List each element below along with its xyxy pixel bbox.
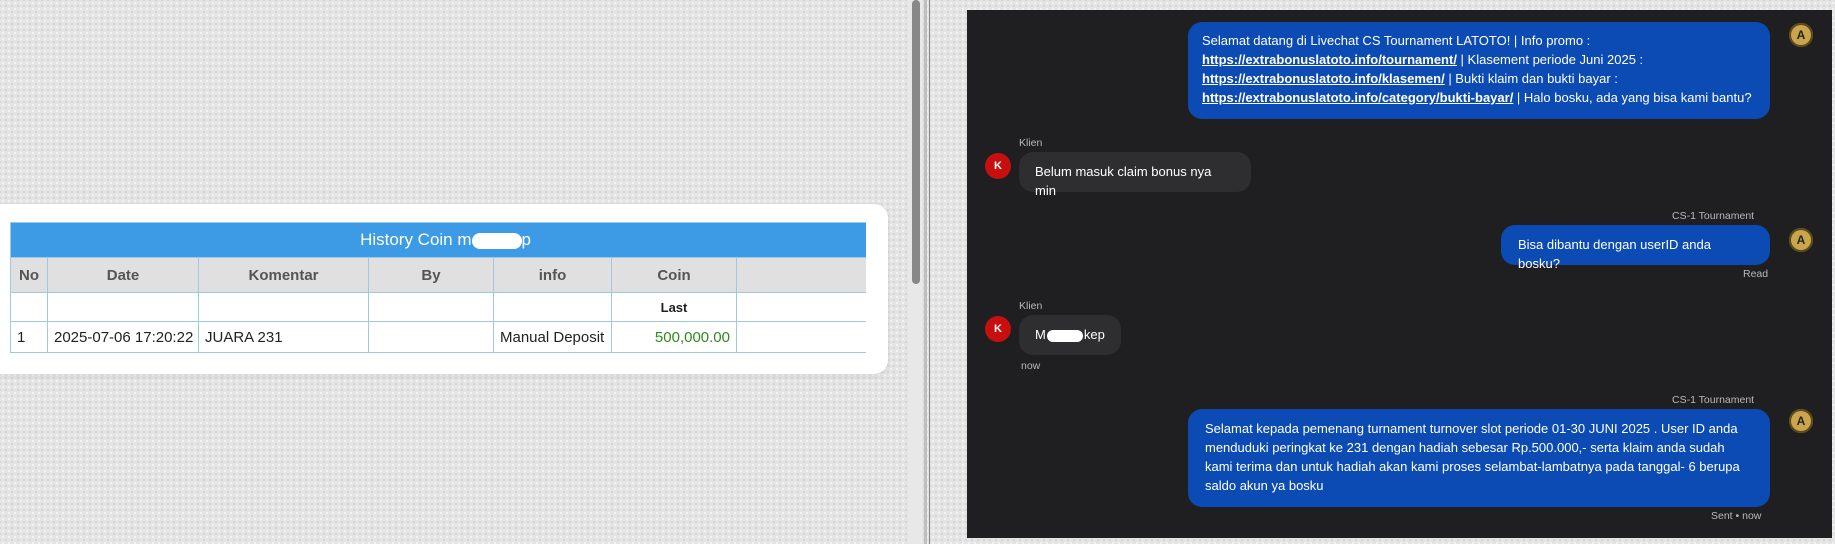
- cell-komentar: JUARA 231: [198, 321, 369, 353]
- cell-info: Manual Deposit: [493, 321, 612, 353]
- col-header-coin: Coin: [611, 257, 737, 293]
- read-receipt: Read: [1743, 268, 1769, 280]
- pane-divider[interactable]: [924, 0, 927, 544]
- table-title: History Coin m p: [10, 222, 866, 258]
- chat-message-client-2: Mkep: [1019, 315, 1121, 355]
- coin-history-table: History Coin m p No Date Komentar By info…: [10, 222, 866, 353]
- cell-date: 2025-07-06 17:20:22: [47, 321, 199, 353]
- cell-by: [368, 321, 494, 353]
- table-subheader-row: Last: [10, 292, 866, 322]
- left-pane: History Coin m p No Date Komentar By info…: [0, 0, 922, 544]
- livechat-panel: Selamat datang di Livechat CS Tournament…: [967, 10, 1832, 538]
- col-header-info: info: [493, 257, 612, 293]
- cell-no: 1: [10, 321, 48, 353]
- chat-message-agent-3: Selamat kepada pemenang turnament turnov…: [1188, 409, 1770, 507]
- chat-message-welcome: Selamat datang di Livechat CS Tournament…: [1188, 22, 1770, 119]
- link-tournament[interactable]: https://extrabonuslatoto.info/tournament…: [1202, 52, 1457, 67]
- sent-status: Sent • now: [1711, 510, 1762, 522]
- chat-message-agent-2: Bisa dibantu dengan userID anda bosku?: [1501, 225, 1770, 271]
- agent-name-label: CS-1 Tournament: [1672, 394, 1755, 406]
- link-klasemen[interactable]: https://extrabonuslatoto.info/klasemen/: [1202, 71, 1445, 86]
- col-header-by: By: [368, 257, 494, 293]
- table-header-row: No Date Komentar By info Coin: [10, 257, 866, 293]
- col-subheader-last: Last: [611, 292, 737, 322]
- client-name-label: Klien: [1019, 300, 1043, 312]
- link-bukti-bayar[interactable]: https://extrabonuslatoto.info/category/b…: [1202, 90, 1513, 105]
- cell-coin: 500,000.00: [611, 321, 737, 353]
- scrollbar-thumb[interactable]: [912, 0, 920, 284]
- table-row: 1 2025-07-06 17:20:22 JUARA 231 Manual D…: [10, 321, 866, 353]
- col-header-extra: [735, 257, 866, 293]
- col-header-no: No: [10, 257, 48, 293]
- col-header-komentar: Komentar: [198, 257, 369, 293]
- agent-avatar-icon: A: [1789, 228, 1813, 252]
- client-avatar-icon: K: [985, 153, 1011, 179]
- client-name-label: Klien: [1019, 137, 1043, 149]
- table-title-prefix: History Coin m: [360, 230, 472, 249]
- coin-history-table-wrap: History Coin m p No Date Komentar By info…: [10, 222, 866, 354]
- chat-message-client-1: Belum masuk claim bonus nya min: [1019, 152, 1251, 198]
- agent-name-label: CS-1 Tournament: [1672, 210, 1755, 222]
- agent-avatar-icon: A: [1789, 23, 1813, 47]
- redaction-mark: [1046, 329, 1083, 342]
- pane-divider-line: [929, 0, 930, 544]
- col-header-date: Date: [47, 257, 199, 293]
- redaction-mark: [471, 232, 522, 249]
- agent-avatar-icon: A: [1789, 409, 1813, 433]
- message-time: now: [1021, 360, 1041, 372]
- client-avatar-icon: K: [985, 316, 1011, 342]
- table-title-suffix: p: [521, 230, 531, 249]
